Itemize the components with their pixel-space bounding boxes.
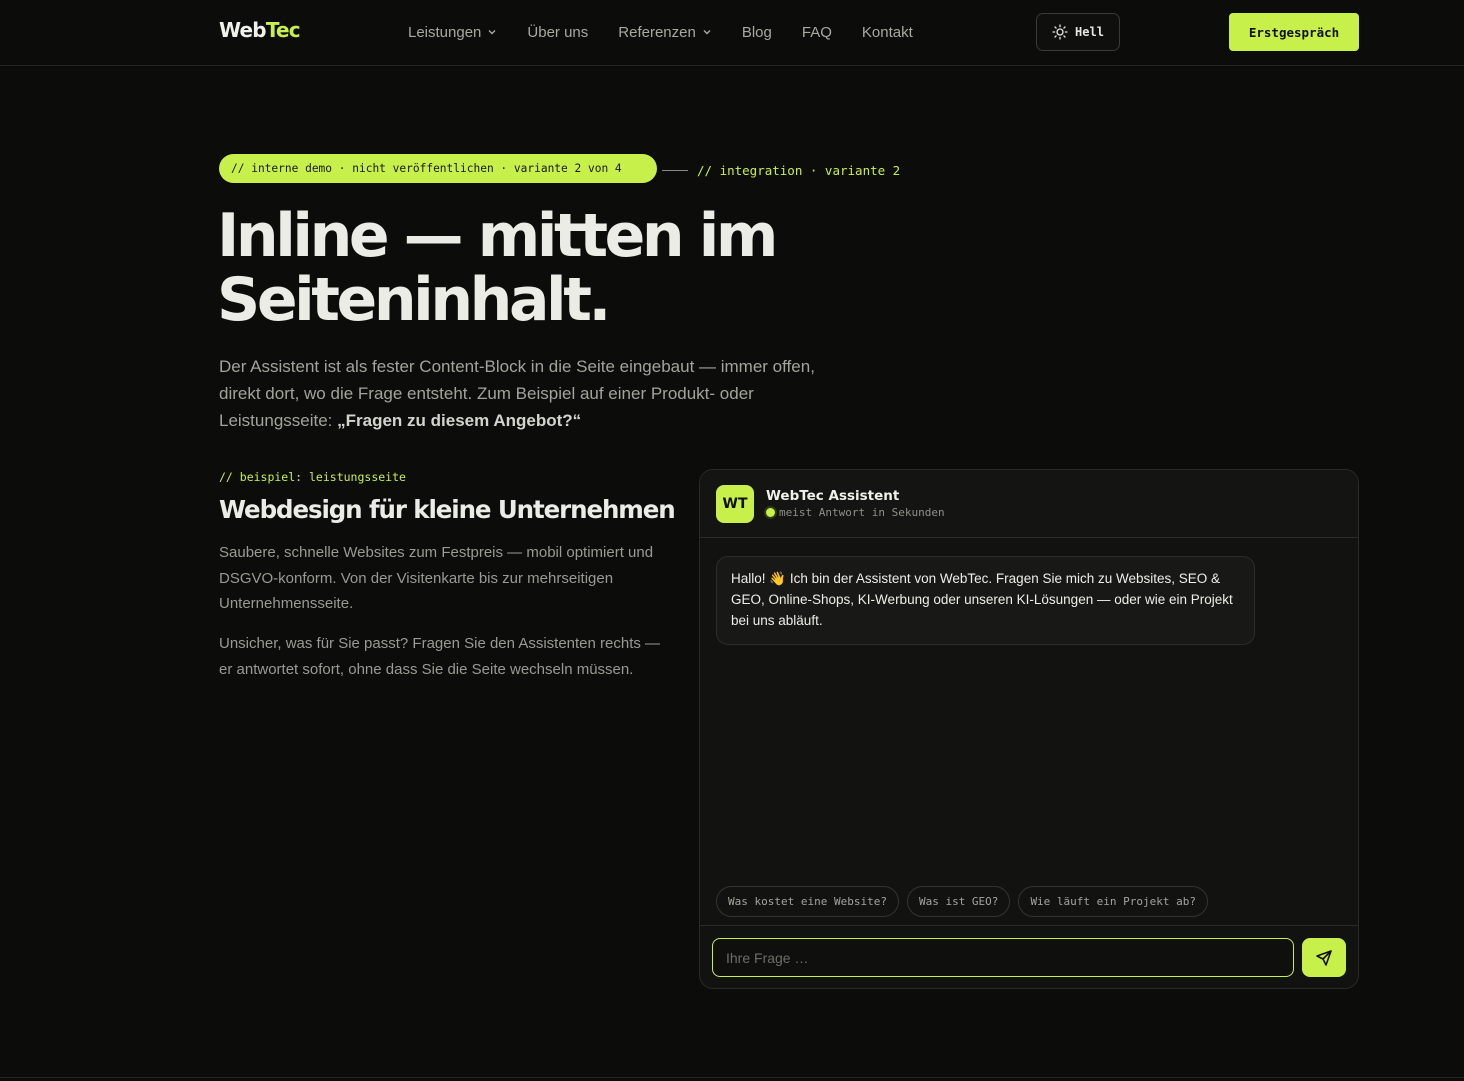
theme-toggle-label: Hell (1075, 25, 1104, 39)
title-line-2: Seiteninhalt. (217, 265, 611, 335)
section-title: Webdesign für kleine Unternehmen (219, 495, 676, 524)
page-title: Inline — mitten im Seiteninhalt. (217, 204, 837, 332)
nav-item-kontakt[interactable]: Kontakt (862, 22, 913, 42)
erstgespraech-button[interactable]: Erstgespräch (1229, 13, 1359, 51)
nav-label: Leistungen (408, 23, 482, 41)
nav-label: Kontakt (861, 23, 913, 41)
nav-label: Über uns (527, 23, 589, 41)
theme-toggle-button[interactable]: Hell (1036, 13, 1120, 51)
online-status-dot (766, 508, 775, 517)
nav-item-referenzen[interactable]: Referenzen (618, 22, 712, 42)
nav-item-faq[interactable]: FAQ (802, 22, 832, 42)
lead-paragraph: Der Assistent ist als fester Content-Blo… (219, 353, 829, 434)
suggestion-chips: Was kostet eine Website? Was ist GEO? Wi… (716, 886, 1209, 917)
chevron-down-icon (488, 30, 496, 35)
integration-tag: // integration · variante 2 (697, 163, 901, 178)
send-icon (1316, 949, 1332, 966)
nav-label: FAQ (801, 23, 832, 41)
nav-label: Referenzen (618, 23, 696, 41)
sun-icon (1052, 24, 1068, 40)
chat-widget: WT WebTec Assistent meist Antwort in Sek… (699, 469, 1359, 989)
logo-accent: Tec (265, 18, 301, 42)
divider-line (662, 170, 688, 171)
logo-main: Web (219, 18, 267, 42)
lead-emphasis: „Fragen zu diesem Angebot?“ (337, 411, 582, 430)
section-paragraph-2: Unsicher, was für Sie passt? Fragen Sie … (219, 635, 661, 678)
title-line-1: Inline — mitten im (217, 201, 778, 271)
chat-status: meist Antwort in Sekunden (766, 506, 945, 519)
nav-label: Blog (741, 23, 772, 41)
logo[interactable]: WebTec (219, 18, 301, 42)
main-nav: Leistungen Über uns Referenzen Blog FAQ … (408, 22, 913, 42)
chat-input-bar (700, 925, 1358, 988)
suggestion-chip[interactable]: Was ist GEO? (906, 886, 1011, 917)
example-tag: // beispiel: leistungsseite (219, 470, 406, 484)
send-button[interactable] (1302, 938, 1346, 977)
assistant-message: Hallo! 👋 Ich bin der Assistent von WebTe… (716, 556, 1255, 645)
chat-input[interactable] (712, 938, 1294, 977)
status-text: meist Antwort in Sekunden (779, 506, 945, 519)
nav-item-ueber-uns[interactable]: Über uns (527, 22, 588, 42)
chevron-down-icon (703, 30, 711, 35)
footer-divider (0, 1077, 1464, 1078)
nav-item-blog[interactable]: Blog (742, 22, 772, 42)
section-paragraph-1: Saubere, schnelle Websites zum Festpreis… (219, 544, 654, 612)
chat-header: WT WebTec Assistent meist Antwort in Sek… (700, 470, 1358, 538)
nav-item-leistungen[interactable]: Leistungen (408, 22, 497, 42)
demo-badge: // interne demo · nicht veröffentlichen … (219, 154, 657, 183)
suggestion-chip[interactable]: Wie läuft ein Projekt ab? (1018, 886, 1209, 917)
site-header: WebTec Leistungen Über uns Referenzen Bl… (0, 0, 1464, 66)
avatar: WT (716, 485, 754, 523)
chat-title: WebTec Assistent (766, 488, 900, 504)
suggestion-chip[interactable]: Was kostet eine Website? (716, 886, 899, 917)
